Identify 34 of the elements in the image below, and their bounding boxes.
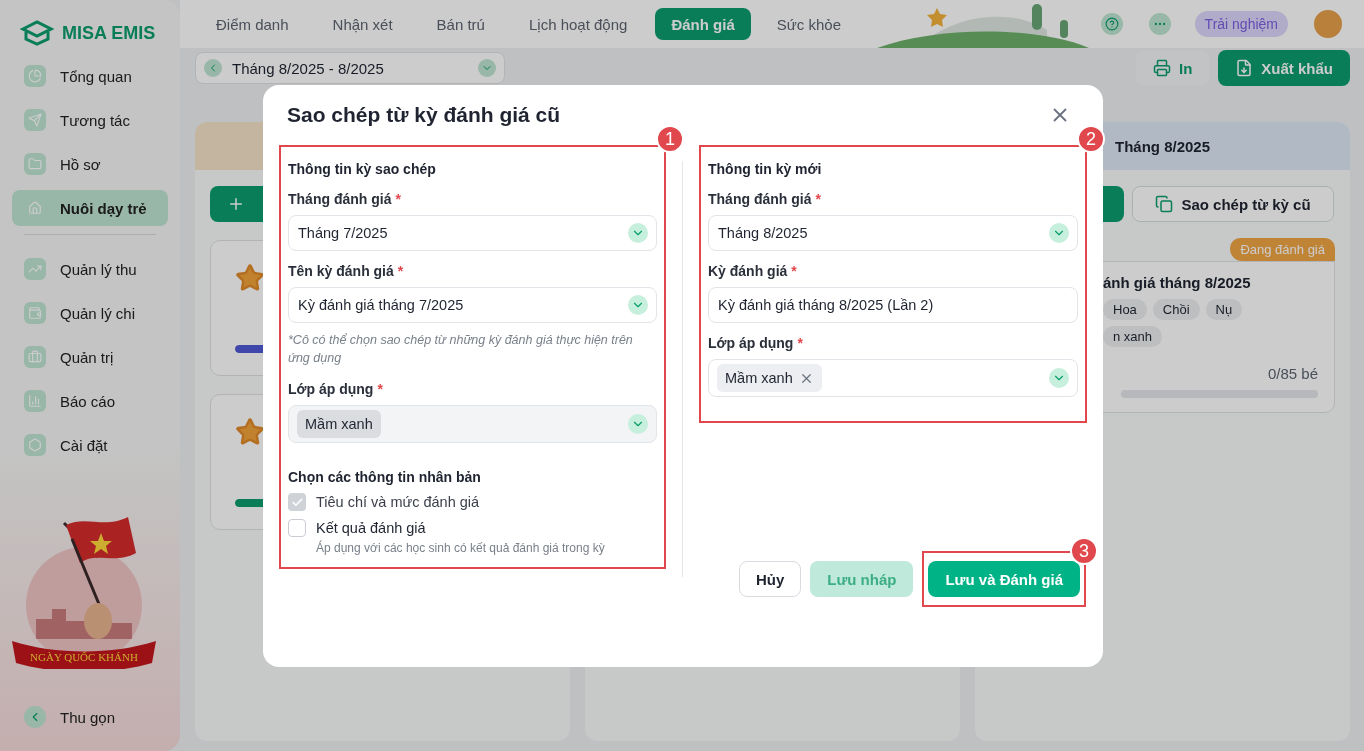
class-tag: Hoa [1103,299,1147,320]
field-label: Kỳ đánh giá * [708,263,798,279]
student-count: 0/85 bé [1266,365,1318,382]
field-label: Lớp áp dụng * [288,381,384,397]
section-heading: Chọn các thông tin nhân bản [288,469,482,485]
class-tag: Mầm xanh [717,364,822,392]
dialog-title: Sao chép từ kỳ đánh giá cũ [287,103,561,127]
field-label: Tên kỳ đánh giá * [288,263,405,279]
required-mark: * [397,263,404,279]
field-label: Tháng đánh giá * [708,191,822,207]
status-badge: Đang đánh giá [1230,238,1335,261]
checkbox-label: Tiêu chí và mức đánh giá [316,494,480,510]
class-tag: Nụ [1205,299,1243,320]
class-tag: Mầm xanh [297,410,381,438]
annotation-badge: 1 [656,125,684,153]
field-label: Lớp áp dụng * [708,335,804,351]
section-heading: Thông tin kỳ sao chép [288,161,437,177]
annotation-badge: 3 [1070,537,1098,565]
required-mark: * [395,191,401,207]
class-tag: Chồi [1152,299,1200,320]
option-hint: Áp dụng với các học sinh có kết quả đánh giá trong kỳ [316,541,606,555]
required-mark: * [377,381,383,397]
section-heading: Thông tin kỳ mới [708,161,823,177]
brand-name: MISA EMIS [62,22,156,44]
required-mark: * [791,263,797,279]
field-note: *Cô có thể chọn sao chép từ những kỳ đánh giá thực hiện trên ứng dụng [288,332,634,367]
banner-text: NGÀY QUỐC KHÁNH [30,651,138,663]
annotation-badge: 2 [1077,125,1105,153]
required-mark: * [815,191,821,207]
field-label: Tháng đánh giá * [288,191,402,207]
class-tag: n xanh [1103,326,1163,347]
card-title: ánh giá tháng 8/2025 [1103,274,1252,291]
required-mark: * [797,335,803,351]
checkbox-label: Kết quả đánh giá [316,520,426,536]
